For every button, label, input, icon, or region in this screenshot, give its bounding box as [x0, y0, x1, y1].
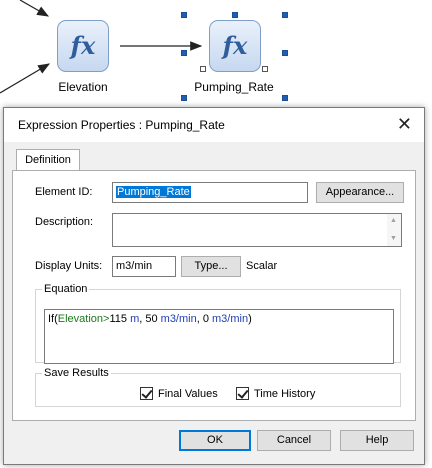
ok-button[interactable]: OK [179, 430, 251, 451]
selection-handle[interactable] [181, 12, 187, 18]
definition-panel: Element ID: Pumping_Rate Appearance... D… [12, 170, 416, 421]
fx-icon: fx [70, 31, 96, 60]
display-units-label: Display Units: [35, 260, 103, 272]
equation-token-plain: If( [48, 313, 58, 325]
equation-token-var: Elevation [57, 313, 104, 325]
expression-properties-dialog: Expression Properties : Pumping_Rate ✕ D… [3, 107, 425, 465]
help-button[interactable]: Help [340, 430, 414, 451]
tab-definition[interactable]: Definition [16, 149, 80, 171]
selection-handle[interactable] [200, 66, 206, 72]
description-textarea[interactable]: ▲ ▼ [112, 213, 402, 247]
elevation-node[interactable]: fx [57, 20, 109, 72]
dialog-title: Expression Properties : Pumping_Rate [18, 118, 225, 132]
selection-handle[interactable] [181, 95, 187, 101]
selection-handle[interactable] [232, 12, 238, 18]
equation-token-unit: m3/min [160, 313, 197, 325]
type-value: Scalar [246, 260, 278, 272]
fx-icon: fx [222, 31, 248, 60]
equation-token-plain: , 0 [196, 313, 213, 325]
selection-handle[interactable] [262, 66, 268, 72]
final-values-label: Final Values [158, 388, 218, 400]
scroll-up-icon[interactable]: ▲ [390, 217, 397, 224]
selection-handle[interactable] [282, 12, 288, 18]
selection-handle[interactable] [282, 95, 288, 101]
description-scrollbar[interactable]: ▲ ▼ [387, 214, 401, 246]
cancel-button[interactable]: Cancel [257, 430, 331, 451]
type-button[interactable]: Type... [181, 256, 241, 277]
pumping-rate-node-label: Pumping_Rate [194, 80, 274, 94]
element-id-value: Pumping_Rate [116, 186, 191, 198]
dialog-titlebar[interactable]: Expression Properties : Pumping_Rate ✕ [4, 108, 424, 142]
equation-token-plain: , 50 [139, 313, 161, 325]
element-id-input[interactable]: Pumping_Rate [112, 182, 308, 203]
display-units-input[interactable]: m3/min [112, 256, 176, 277]
pumping-rate-node[interactable]: fx [209, 20, 261, 72]
equation-token-unit: m [130, 313, 140, 325]
elevation-node-label: Elevation [58, 80, 108, 94]
model-canvas[interactable]: fx Elevation fx Pumping_Rate [0, 0, 432, 106]
equation-legend: Equation [44, 283, 88, 295]
equation-editor[interactable]: If(Elevation>115 m, 50 m3/min, 0 m3/min) [44, 309, 394, 364]
save-results-legend: Save Results [44, 367, 109, 379]
description-label: Description: [35, 216, 94, 228]
close-icon[interactable]: ✕ [397, 113, 412, 135]
time-history-checkbox[interactable] [236, 387, 249, 400]
element-id-label: Element ID: [35, 186, 93, 198]
selection-handle[interactable] [282, 50, 288, 56]
incoming-link-arrow-top [19, 0, 50, 17]
equation-group: Equation If(Elevation>115 m, 50 m3/min, … [35, 283, 401, 364]
selection-handle[interactable] [181, 50, 187, 56]
time-history-label: Time History [254, 388, 316, 400]
save-results-group: Save Results Final Values Time History [35, 367, 401, 407]
equation-token-unit: m3/min [212, 313, 249, 325]
scroll-down-icon[interactable]: ▼ [390, 235, 397, 242]
final-values-checkbox[interactable] [140, 387, 153, 400]
appearance-button[interactable]: Appearance... [316, 182, 404, 203]
equation-token-plain: ) [248, 313, 252, 325]
equation-token-plain: 115 [109, 313, 131, 325]
